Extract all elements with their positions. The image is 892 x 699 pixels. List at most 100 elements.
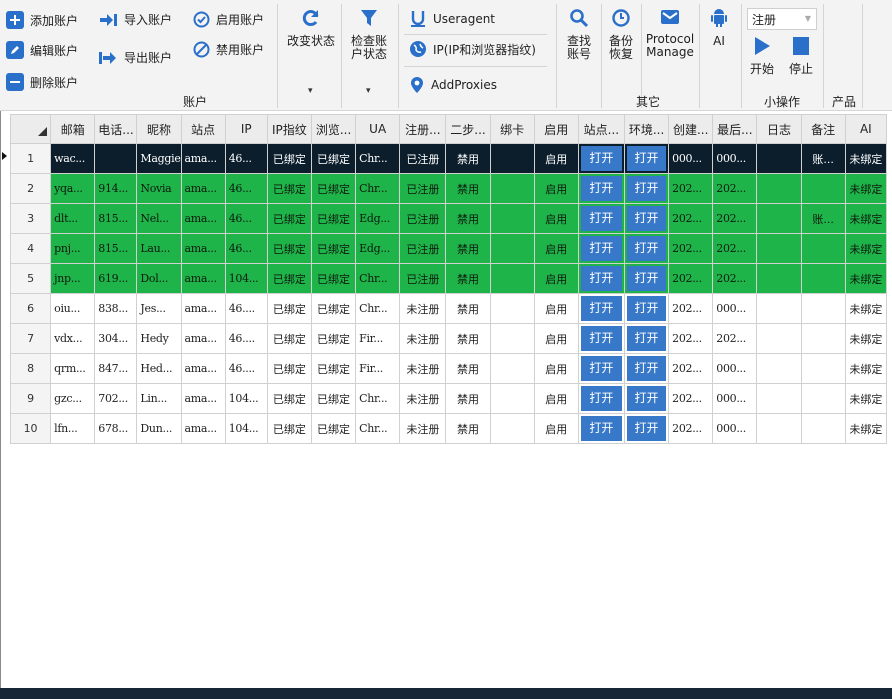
cell-nick[interactable]: Novia (136, 173, 182, 204)
cell-reg[interactable]: 未注册 (399, 293, 447, 324)
cell-ip[interactable]: 46... (224, 233, 268, 264)
cell-log[interactable] (756, 383, 802, 414)
column-header[interactable]: 二步... (445, 114, 491, 144)
table-row[interactable]: 7 vdx... 304... Hedy ama... 46.... 已绑定 已绑定 Fir..… (9, 323, 888, 354)
open-site-button[interactable]: 打开 (580, 386, 622, 411)
cell-card[interactable] (489, 233, 535, 264)
change-status-button[interactable]: 改变状态 (284, 8, 338, 48)
cell-two[interactable]: 禁用 (445, 203, 491, 234)
open-env-cell[interactable]: 打开 (623, 383, 670, 414)
stop-button[interactable]: 停止 (788, 36, 814, 76)
import-account-button[interactable]: 导入账户 (98, 11, 172, 28)
cell-created[interactable]: 202... (668, 203, 714, 234)
table-row[interactable]: 6 oiu... 838... Jes... ama... 46.... 已绑定 已绑定 Chr… (9, 293, 888, 324)
cell-last[interactable]: 202... (712, 263, 758, 294)
cell-note[interactable] (800, 263, 846, 294)
cell-ua[interactable]: Chr... (355, 173, 401, 204)
table-row[interactable]: 4 pnj... 815... Lau... ama... 46... 已绑定 已绑定 Edg.… (9, 233, 888, 264)
cell-reg[interactable]: 已注册 (399, 173, 447, 204)
cell-log[interactable] (756, 353, 802, 384)
row-number[interactable]: 8 (9, 353, 52, 384)
cell-two[interactable]: 禁用 (445, 383, 491, 414)
row-number[interactable]: 7 (9, 323, 52, 354)
open-site-button[interactable]: 打开 (580, 326, 622, 351)
ai-button[interactable]: AI (702, 8, 736, 48)
cell-enabled[interactable]: 启用 (533, 233, 579, 264)
open-site-button[interactable]: 打开 (580, 416, 622, 441)
cell-email[interactable]: gzc... (50, 383, 96, 414)
cell-ua[interactable]: Chr... (355, 413, 401, 444)
open-env-cell[interactable]: 打开 (623, 143, 670, 174)
open-env-cell[interactable]: 打开 (623, 353, 670, 384)
cell-card[interactable] (489, 353, 535, 384)
table-row[interactable]: 10 lfn... 678... Dun... ama... 104... 已绑定 已绑定 Ch… (9, 413, 888, 444)
cell-site[interactable]: ama... (180, 173, 226, 204)
cell-nick[interactable]: Lin... (136, 383, 182, 414)
useragent-button[interactable]: Useragent (409, 10, 495, 28)
cell-browser[interactable]: 已绑定 (310, 293, 357, 324)
cell-two[interactable]: 禁用 (445, 293, 491, 324)
cell-ipfp[interactable]: 已绑定 (266, 173, 312, 204)
column-header[interactable]: 最后... (712, 114, 758, 144)
column-header[interactable]: 绑卡 (489, 114, 535, 144)
row-number[interactable]: 4 (9, 233, 52, 264)
cell-phone[interactable]: 815... (94, 233, 138, 264)
cell-email[interactable]: qrm... (50, 353, 96, 384)
cell-ai[interactable]: 未绑定 (844, 173, 888, 204)
open-env-cell[interactable]: 打开 (623, 203, 670, 234)
cell-created[interactable]: 202... (668, 413, 714, 444)
cell-phone[interactable]: 847... (94, 353, 138, 384)
add-account-button[interactable]: 添加账户 (6, 11, 78, 29)
cell-reg[interactable]: 未注册 (399, 413, 447, 444)
enable-account-button[interactable]: 启用账户 (193, 11, 264, 28)
column-header[interactable]: 注册... (399, 114, 447, 144)
cell-ai[interactable]: 未绑定 (844, 203, 888, 234)
cell-reg[interactable]: 已注册 (399, 143, 447, 174)
cell-ai[interactable]: 未绑定 (844, 383, 888, 414)
check-status-button[interactable]: 检查账 户状态 (344, 8, 394, 61)
cell-ipfp[interactable]: 已绑定 (266, 233, 312, 264)
row-number[interactable]: 3 (9, 203, 52, 234)
cell-email[interactable]: jnp... (50, 263, 96, 294)
cell-created[interactable]: 202... (668, 323, 714, 354)
check-status-dropdown-arrow[interactable]: ▾ (366, 86, 371, 96)
cell-log[interactable] (756, 413, 802, 444)
cell-phone[interactable]: 304... (94, 323, 138, 354)
cell-phone[interactable]: 702... (94, 383, 138, 414)
cell-ip[interactable]: 46... (224, 173, 268, 204)
open-site-button[interactable]: 打开 (580, 266, 622, 291)
cell-ai[interactable]: 未绑定 (844, 323, 888, 354)
cell-created[interactable]: 202... (668, 293, 714, 324)
cell-two[interactable]: 禁用 (445, 263, 491, 294)
cell-nick[interactable]: Jes... (136, 293, 182, 324)
cell-phone[interactable]: 914... (94, 173, 138, 204)
cell-note[interactable] (800, 173, 846, 204)
disable-account-button[interactable]: 禁用账户 (193, 41, 264, 58)
cell-reg[interactable]: 未注册 (399, 383, 447, 414)
cell-card[interactable] (489, 413, 535, 444)
open-env-button[interactable]: 打开 (626, 416, 667, 441)
cell-ip[interactable]: 104... (224, 383, 268, 414)
column-header[interactable]: 创建... (668, 114, 714, 144)
open-site-cell[interactable]: 打开 (577, 383, 625, 414)
search-account-button[interactable]: 查找 账号 (562, 8, 596, 61)
column-header[interactable]: UA (355, 114, 401, 144)
cell-browser[interactable]: 已绑定 (310, 143, 357, 174)
open-env-cell[interactable]: 打开 (623, 173, 670, 204)
cell-last[interactable]: 202... (712, 203, 758, 234)
column-header[interactable]: 启用 (533, 114, 579, 144)
edit-account-button[interactable]: 编辑账户 (6, 41, 78, 59)
open-env-button[interactable]: 打开 (626, 176, 667, 201)
cell-browser[interactable]: 已绑定 (310, 353, 357, 384)
cell-card[interactable] (489, 263, 535, 294)
open-site-cell[interactable]: 打开 (577, 233, 625, 264)
open-site-cell[interactable]: 打开 (577, 203, 625, 234)
cell-card[interactable] (489, 323, 535, 354)
cell-nick[interactable]: Lau... (136, 233, 182, 264)
column-header[interactable]: 昵称 (136, 114, 182, 144)
cell-ua[interactable]: Chr... (355, 383, 401, 414)
cell-note[interactable] (800, 353, 846, 384)
export-account-button[interactable]: 导出账户 (98, 49, 172, 66)
cell-created[interactable]: 202... (668, 173, 714, 204)
cell-email[interactable]: vdx... (50, 323, 96, 354)
